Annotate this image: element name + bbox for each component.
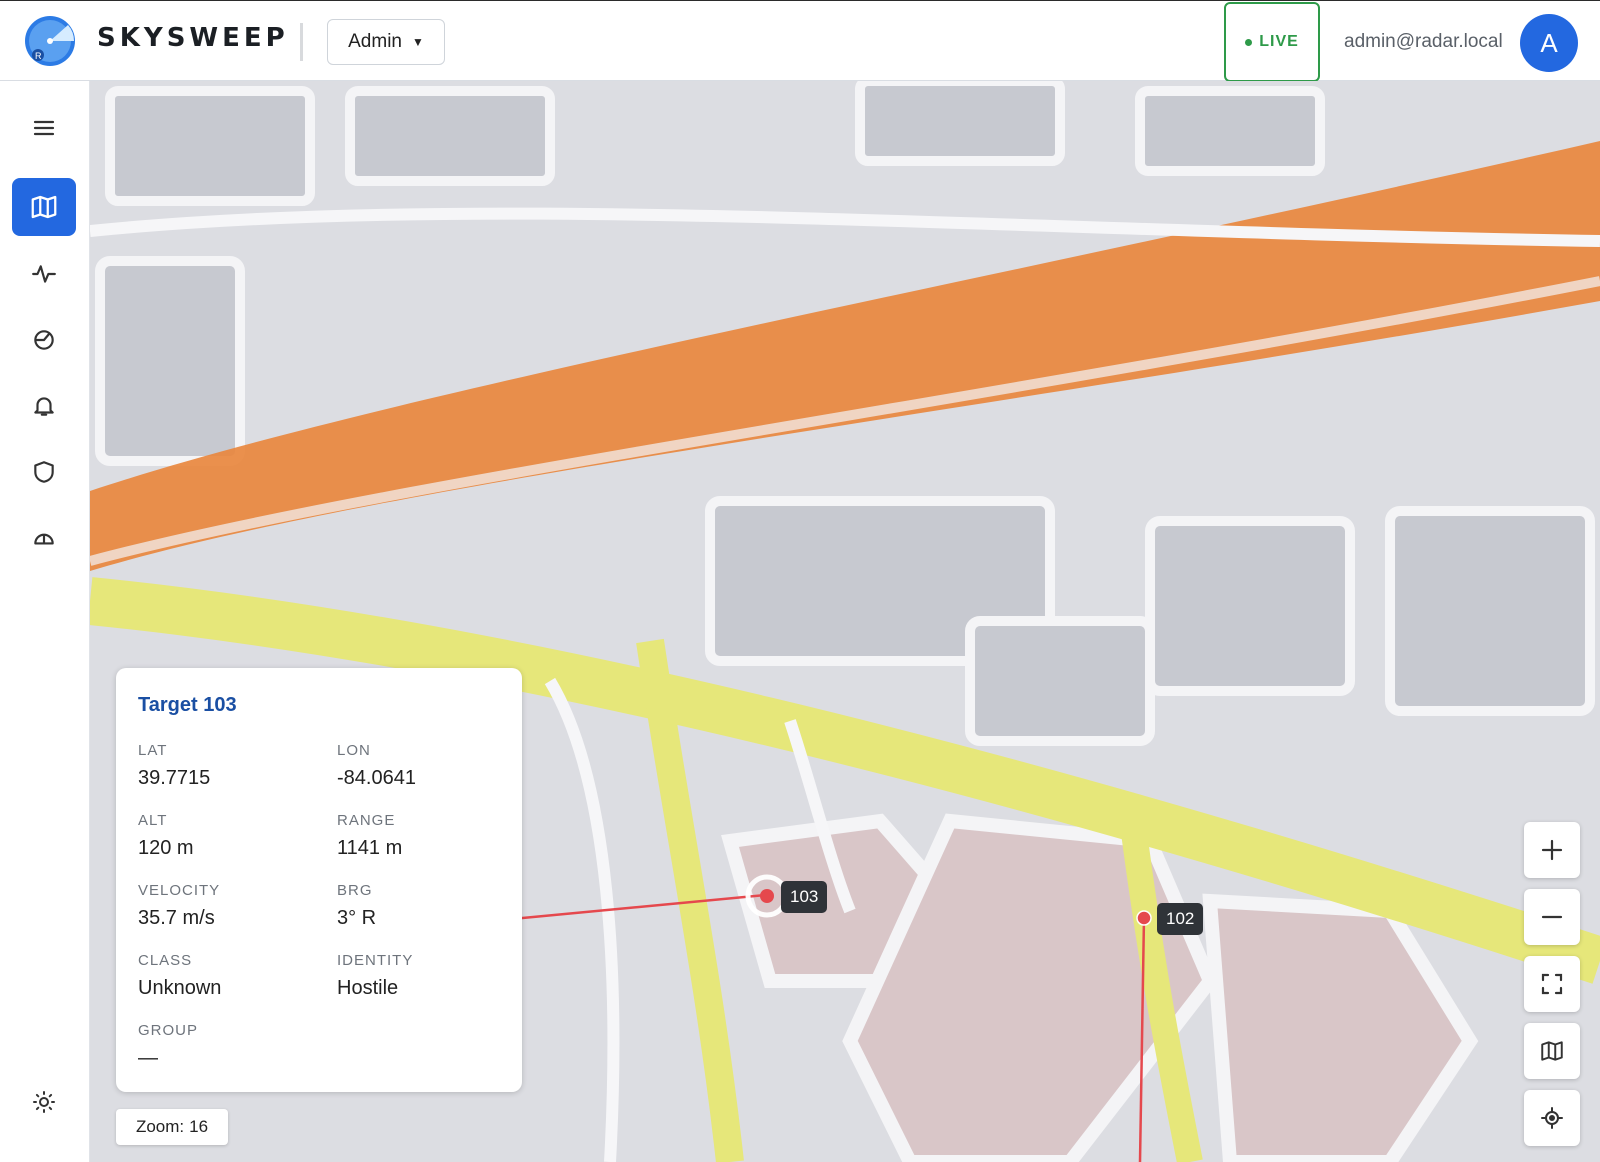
layers-map-icon bbox=[1541, 1041, 1563, 1061]
zoom-out-icon bbox=[1541, 915, 1563, 919]
top-bar: R SKYSWEEP Admin ▼ LIVE admin@radar.loca… bbox=[0, 0, 1600, 82]
live-status-button[interactable]: LIVE bbox=[1224, 2, 1320, 82]
field-velocity: VELOCITY 35.7 m/s bbox=[138, 882, 308, 930]
alt-value: 120 m bbox=[138, 837, 194, 859]
field-alt: ALT 120 m bbox=[138, 812, 308, 860]
svg-text:R: R bbox=[35, 51, 42, 61]
fullscreen-icon bbox=[1541, 973, 1563, 995]
skysweep-logo: R bbox=[24, 15, 76, 67]
lon-label: LON bbox=[337, 742, 371, 759]
field-group: GROUP — bbox=[138, 1022, 308, 1070]
field-lon: LON -84.0641 bbox=[337, 742, 507, 790]
field-identity: IDENTITY Hostile bbox=[337, 952, 507, 1000]
locate-icon bbox=[1541, 1107, 1563, 1129]
zoom-indicator: Zoom: 16 bbox=[116, 1109, 228, 1145]
zoom-value: 16 bbox=[189, 1117, 209, 1136]
map-icon bbox=[31, 195, 57, 219]
class-label: CLASS bbox=[138, 952, 193, 969]
map-layers-button[interactable] bbox=[1524, 1023, 1580, 1079]
sidebar-menu-button[interactable] bbox=[12, 99, 76, 157]
settings-sun-icon bbox=[33, 1091, 55, 1113]
brg-value: 3° R bbox=[337, 907, 377, 929]
sidebar-item-radar[interactable] bbox=[12, 311, 76, 369]
live-label: LIVE bbox=[1259, 33, 1299, 50]
class-value: Unknown bbox=[138, 977, 222, 999]
sidebar-item-map[interactable] bbox=[12, 178, 76, 236]
shield-icon bbox=[34, 461, 54, 483]
user-email: admin@radar.local bbox=[1344, 31, 1503, 52]
sidebar bbox=[0, 81, 90, 1162]
sidebar-item-security[interactable] bbox=[12, 443, 76, 501]
velocity-value: 35.7 m/s bbox=[138, 907, 215, 929]
brg-label: BRG bbox=[337, 882, 373, 899]
header-divider bbox=[300, 23, 303, 61]
brand-name: SKYSWEEP bbox=[97, 23, 289, 53]
zoom-label: Zoom: bbox=[135, 1117, 185, 1136]
identity-label: IDENTITY bbox=[337, 952, 414, 969]
target-title: Target 103 bbox=[138, 694, 237, 716]
caret-down-icon: ▼ bbox=[411, 35, 424, 49]
group-value: — bbox=[138, 1047, 158, 1069]
range-value: 1141 m bbox=[337, 837, 403, 859]
menu-icon bbox=[33, 120, 55, 136]
target-label-103[interactable]: 103 bbox=[781, 881, 828, 913]
lon-value: -84.0641 bbox=[337, 767, 416, 789]
zoom-in-button[interactable] bbox=[1524, 822, 1580, 878]
field-range: RANGE 1141 m bbox=[337, 812, 507, 860]
field-lat: LAT 39.7715 bbox=[138, 742, 308, 790]
zoom-out-button[interactable] bbox=[1524, 889, 1580, 945]
target-marker-102[interactable] bbox=[1136, 910, 1152, 931]
sidebar-item-settings[interactable] bbox=[12, 1073, 76, 1131]
sidebar-item-activity[interactable] bbox=[12, 245, 76, 303]
velocity-label: VELOCITY bbox=[138, 882, 221, 899]
target-detail-card: Target 103 LAT 39.7715 LON -84.0641 ALT … bbox=[116, 668, 522, 1092]
radar-icon bbox=[34, 330, 54, 350]
lat-label: LAT bbox=[138, 742, 168, 759]
alt-label: ALT bbox=[138, 812, 168, 829]
dome-icon bbox=[34, 533, 54, 545]
field-class: CLASS Unknown bbox=[138, 952, 308, 1000]
live-dot-icon bbox=[1245, 38, 1253, 46]
fullscreen-button[interactable] bbox=[1524, 956, 1580, 1012]
role-selector-label: Admin bbox=[348, 31, 402, 52]
sidebar-item-sensors[interactable] bbox=[12, 509, 76, 567]
target-dot-icon bbox=[1136, 910, 1152, 926]
role-selector[interactable]: Admin ▼ bbox=[327, 19, 445, 65]
bell-icon bbox=[34, 397, 54, 416]
avatar[interactable]: A bbox=[1520, 14, 1578, 72]
target-label-102[interactable]: 102 bbox=[1157, 903, 1204, 935]
identity-value: Hostile bbox=[337, 977, 399, 999]
lat-value: 39.7715 bbox=[138, 767, 211, 789]
locate-button[interactable] bbox=[1524, 1090, 1580, 1146]
activity-icon bbox=[32, 265, 56, 283]
zoom-in-icon bbox=[1541, 839, 1563, 861]
group-label: GROUP bbox=[138, 1022, 199, 1039]
sidebar-item-alerts[interactable] bbox=[12, 377, 76, 435]
field-brg: BRG 3° R bbox=[337, 882, 507, 930]
range-label: RANGE bbox=[337, 812, 396, 829]
